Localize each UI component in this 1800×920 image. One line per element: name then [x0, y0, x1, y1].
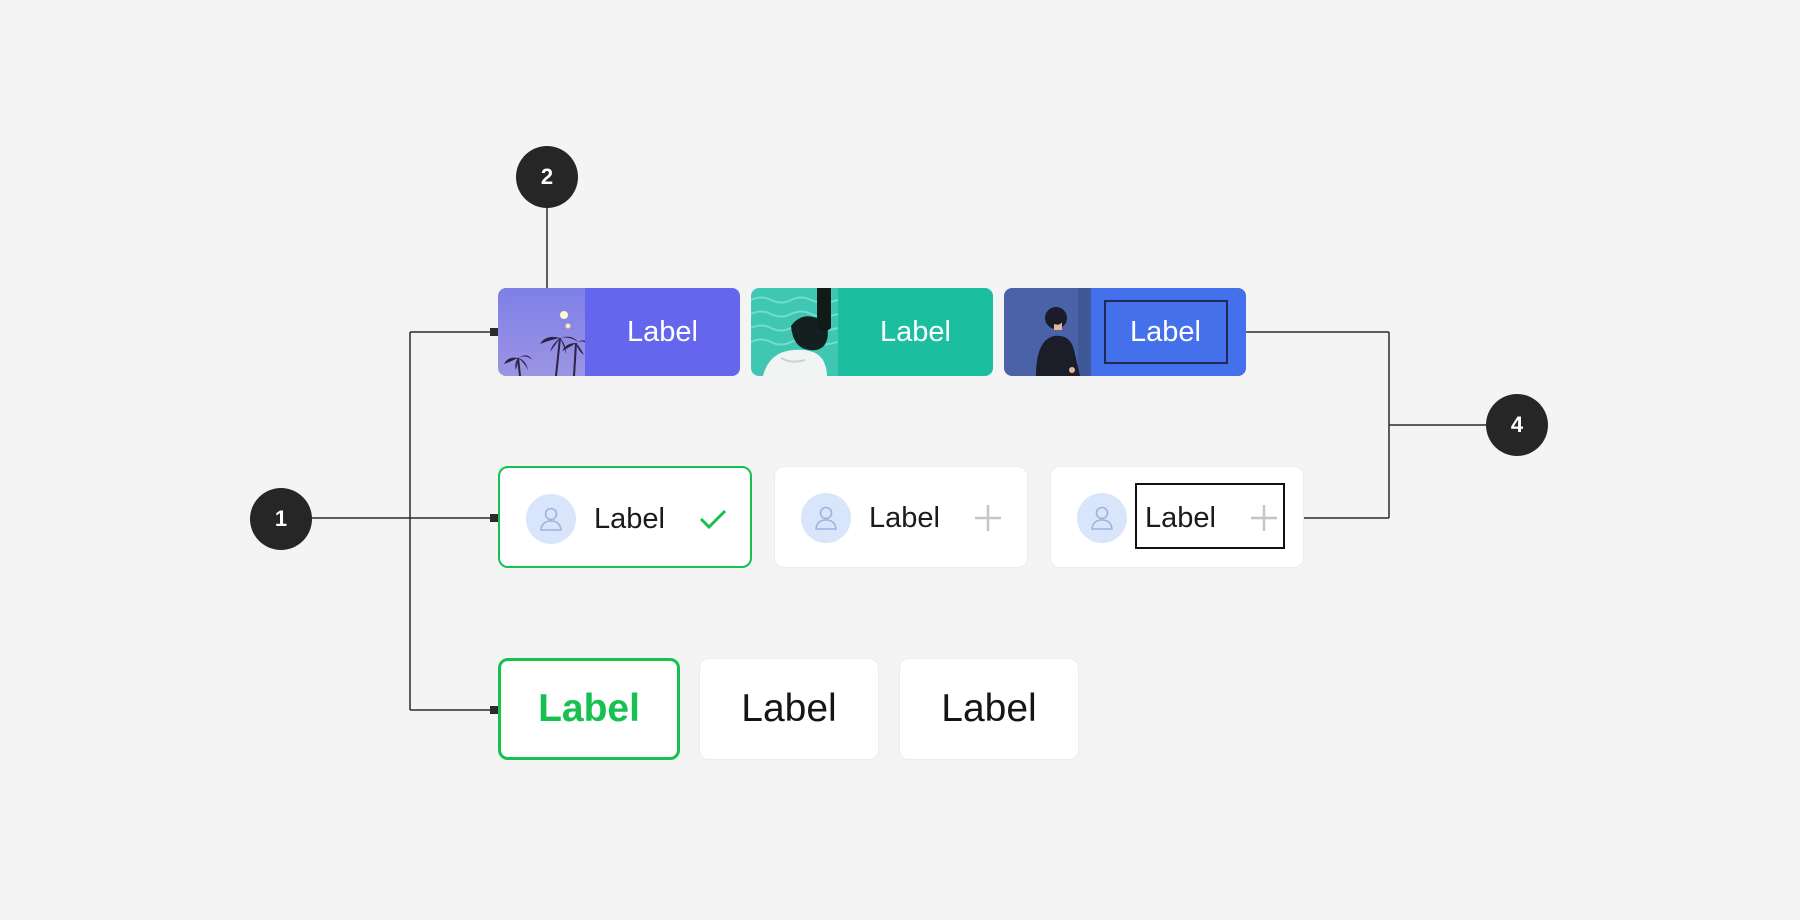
- avatar-chip-selected[interactable]: Label: [498, 466, 752, 568]
- plus-icon: [1251, 505, 1277, 531]
- avatar: [1077, 493, 1127, 543]
- text-chip[interactable]: Label: [899, 658, 1079, 760]
- user-icon: [540, 507, 562, 531]
- user-icon: [1091, 506, 1113, 530]
- chip-label-area: Label: [585, 288, 740, 376]
- text-chip-selected[interactable]: Label: [498, 658, 680, 760]
- focus-indicator: Label: [1103, 300, 1228, 364]
- chip-label: Label: [880, 315, 951, 348]
- connector-lines: [310, 208, 1487, 714]
- chip-label: Label: [941, 687, 1037, 730]
- chip-label: Label: [1145, 502, 1216, 534]
- chip-label: Label: [741, 687, 837, 730]
- chip-anatomy-diagram: 1 2 4 Label Label Label Label Label Labe…: [0, 0, 1800, 920]
- chip-label: Label: [627, 315, 698, 348]
- person-by-water-image: [751, 288, 839, 376]
- image-chip-portrait-focused[interactable]: Label: [1004, 288, 1246, 376]
- user-icon: [815, 506, 837, 530]
- marker-1: 1: [250, 488, 312, 550]
- avatar-chip[interactable]: Label: [774, 466, 1028, 568]
- marker-2: 2: [516, 146, 578, 208]
- avatar: [801, 493, 851, 543]
- chip-label: Label: [869, 502, 940, 534]
- man-portrait-image: [1004, 288, 1091, 376]
- plus-icon: [975, 505, 1001, 531]
- chip-label: Label: [538, 687, 640, 730]
- check-icon: [699, 509, 727, 530]
- marker-4: 4: [1486, 394, 1548, 456]
- text-chip[interactable]: Label: [699, 658, 879, 760]
- chip-label-area: Label: [1091, 288, 1246, 376]
- image-chip-water[interactable]: Label: [751, 288, 993, 376]
- avatar-chip-focused[interactable]: Label: [1050, 466, 1304, 568]
- chip-label: Label: [594, 503, 665, 535]
- chip-label: Label: [1130, 315, 1201, 348]
- image-chip-palm[interactable]: Label: [498, 288, 740, 376]
- palm-trees-dusk-image: [498, 288, 588, 376]
- chip-label-area: Label: [838, 288, 993, 376]
- avatar: [526, 494, 576, 544]
